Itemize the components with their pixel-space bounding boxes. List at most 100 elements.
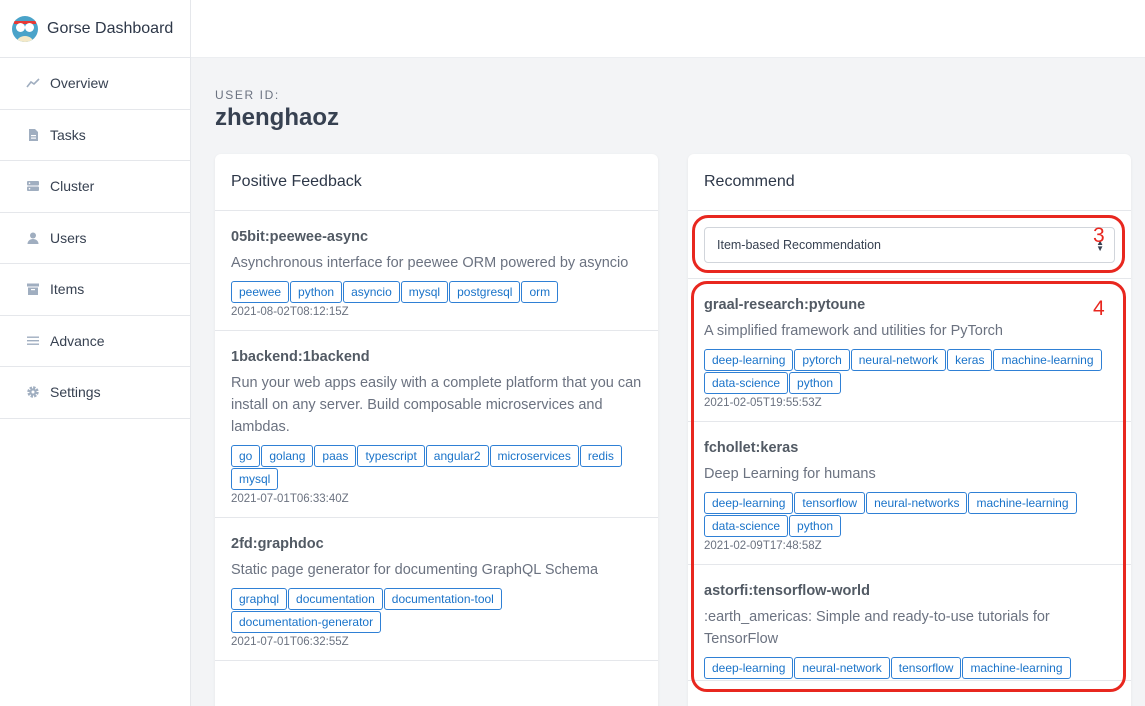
gorse-logo-icon — [12, 15, 38, 42]
select-value: Item-based Recommendation — [717, 237, 881, 252]
gear-icon — [25, 384, 41, 400]
sidebar-item-items[interactable]: Items — [0, 264, 190, 316]
tag[interactable]: machine-learning — [962, 657, 1071, 679]
tag[interactable]: pytorch — [794, 349, 850, 371]
list-item[interactable]: graal-research:pytoune A simplified frame… — [688, 279, 1131, 422]
tag[interactable]: angular2 — [425, 445, 489, 467]
list-icon — [25, 333, 41, 349]
tag[interactable]: keras — [947, 349, 993, 371]
sidebar-item-label: Advance — [50, 332, 105, 349]
tag[interactable]: neural-network — [794, 657, 890, 679]
sidebar: Gorse Dashboard Overview Tasks Cluster U… — [0, 0, 191, 706]
tag[interactable]: go — [231, 445, 261, 467]
tag[interactable]: tensorflow — [890, 657, 962, 679]
chart-line-icon — [25, 75, 41, 91]
item-title: 1backend:1backend — [231, 349, 370, 365]
tag[interactable]: typescript — [357, 445, 425, 467]
item-description: Run your web apps easily with a complete… — [231, 375, 642, 435]
tag[interactable]: tensorflow — [794, 492, 866, 514]
brand[interactable]: Gorse Dashboard — [0, 0, 190, 58]
item-description: Static page generator for documenting Gr… — [231, 562, 599, 578]
app-title: Gorse Dashboard — [47, 19, 174, 37]
tag[interactable]: postgresql — [449, 281, 521, 303]
item-title: 05bit:peewee-async — [231, 229, 369, 245]
tag[interactable]: deep-learning — [704, 349, 794, 371]
card-title: Recommend — [688, 154, 1131, 211]
item-title: astorfi:tensorflow-world — [704, 583, 870, 599]
tag[interactable]: python — [789, 515, 842, 537]
tag[interactable]: documentation — [288, 588, 383, 610]
tag[interactable]: data-science — [704, 372, 789, 394]
tag[interactable]: neural-network — [850, 349, 947, 371]
recommend-list: graal-research:pytoune A simplified frame… — [688, 279, 1131, 681]
tag[interactable]: asyncio — [343, 281, 400, 303]
tag[interactable]: neural-networks — [866, 492, 968, 514]
user-id-value: zhenghaoz — [215, 104, 339, 131]
annotation-number-4: 4 — [1093, 297, 1105, 320]
recommendation-type-select[interactable]: Item-based Recommendation ▲ ▼ — [704, 226, 1115, 263]
tag[interactable]: machine-learning — [993, 349, 1102, 371]
feedback-list: 05bit:peewee-async Asynchronous interface… — [215, 211, 658, 661]
top-bar — [191, 0, 1145, 58]
tag[interactable]: python — [789, 372, 842, 394]
item-title: fchollet:keras — [704, 440, 799, 456]
archive-icon — [25, 281, 41, 297]
positive-feedback-card: Positive Feedback 05bit:peewee-async Asyn… — [215, 154, 658, 706]
tag[interactable]: golang — [261, 445, 314, 467]
tag[interactable]: data-science — [704, 515, 789, 537]
tag[interactable]: deep-learning — [704, 492, 794, 514]
recommendation-type-row: Item-based Recommendation ▲ ▼ — [688, 211, 1131, 279]
user-icon — [25, 230, 41, 246]
sidebar-item-label: Overview — [50, 75, 109, 92]
item-tags: peewee python asyncio mysql postgresql orm — [231, 281, 642, 304]
tag[interactable]: paas — [314, 445, 357, 467]
item-tags: deep-learning neural-network tensorflow mac… — [704, 657, 1115, 680]
list-item[interactable]: 1backend:1backend Run your web apps easil… — [215, 331, 658, 518]
item-description: :earth_americas: Simple and ready-to-use… — [704, 609, 1050, 647]
sidebar-item-users[interactable]: Users — [0, 213, 190, 264]
sidebar-item-label: Items — [50, 281, 85, 298]
list-item[interactable]: 2fd:graphdoc Static page generator for do… — [215, 518, 658, 661]
item-tags: graphql documentation documentation-tool do… — [231, 588, 642, 634]
sidebar-item-advance[interactable]: Advance — [0, 316, 190, 367]
sidebar-item-settings[interactable]: Settings — [0, 367, 190, 419]
tag[interactable]: mysql — [400, 281, 449, 303]
tag[interactable]: documentation-generator — [231, 611, 382, 633]
tag[interactable]: python — [290, 281, 343, 303]
item-title: graal-research:pytoune — [704, 297, 866, 313]
server-icon — [25, 178, 41, 194]
item-tags: go golang paas typescript angular2 microservi… — [231, 445, 642, 491]
sidebar-item-cluster[interactable]: Cluster — [0, 161, 190, 213]
item-timestamp: 2021-02-05T19:55:53Z — [704, 397, 822, 409]
tag[interactable]: redis — [579, 445, 622, 467]
sidebar-item-tasks[interactable]: Tasks — [0, 110, 190, 161]
item-tags: deep-learning tensorflow neural-networks ma… — [704, 492, 1115, 538]
item-description: Asynchronous interface for peewee ORM po… — [231, 255, 629, 271]
sidebar-item-label: Settings — [50, 384, 101, 401]
tag[interactable]: documentation-tool — [383, 588, 502, 610]
item-tags: deep-learning pytorch neural-network keras m… — [704, 349, 1115, 395]
card-title: Positive Feedback — [215, 154, 658, 211]
sidebar-item-label: Users — [50, 229, 87, 246]
annotation-number-3: 3 — [1093, 224, 1105, 247]
sidebar-item-label: Cluster — [50, 178, 95, 195]
item-description: A simplified framework and utilities for… — [704, 323, 1003, 339]
user-id-label: USER ID: — [215, 88, 280, 102]
list-item[interactable]: fchollet:keras Deep Learning for humans de… — [688, 422, 1131, 565]
tag[interactable]: deep-learning — [704, 657, 794, 679]
list-item[interactable]: 05bit:peewee-async Asynchronous interface… — [215, 211, 658, 331]
document-icon — [25, 127, 41, 143]
tag[interactable]: orm — [521, 281, 559, 303]
tag[interactable]: machine-learning — [968, 492, 1077, 514]
tag[interactable]: graphql — [231, 588, 288, 610]
list-item[interactable]: astorfi:tensorflow-world :earth_americas:… — [688, 565, 1131, 681]
item-timestamp: 2021-07-01T06:33:40Z — [231, 493, 349, 505]
tag[interactable]: mysql — [231, 468, 279, 490]
item-timestamp: 2021-02-09T17:48:58Z — [704, 540, 822, 552]
tag[interactable]: peewee — [231, 281, 290, 303]
tag[interactable]: microservices — [489, 445, 579, 467]
recommend-card: Recommend Item-based Recommendation ▲ ▼ g… — [688, 154, 1131, 706]
item-timestamp: 2021-08-02T08:12:15Z — [231, 306, 349, 318]
sidebar-item-overview[interactable]: Overview — [0, 58, 190, 110]
item-description: Deep Learning for humans — [704, 466, 876, 482]
